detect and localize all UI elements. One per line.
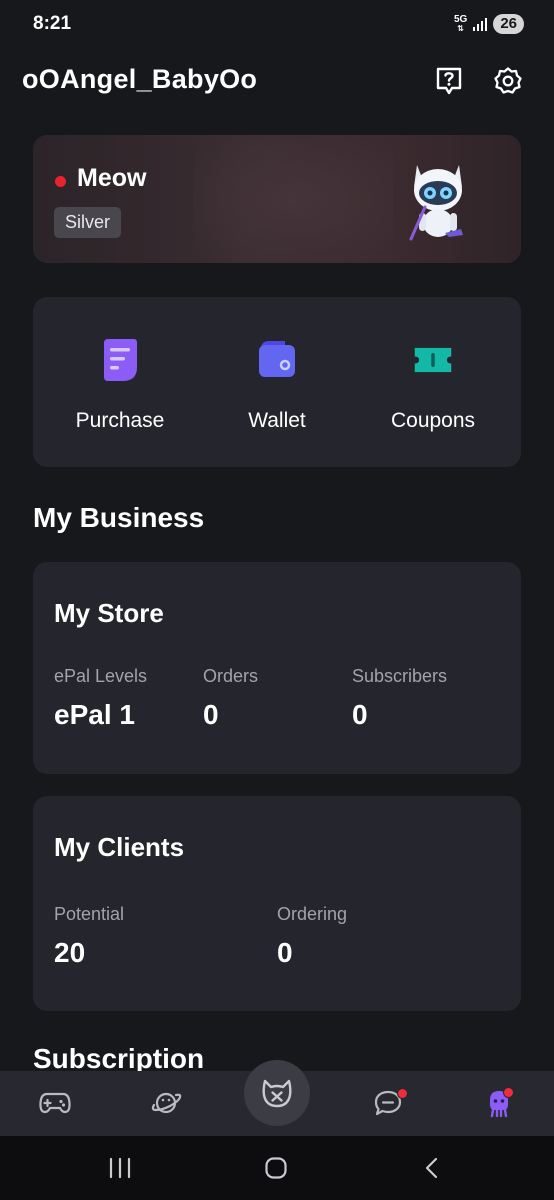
stat-label: Ordering — [277, 904, 348, 924]
stat-value: 20 — [54, 937, 86, 968]
screen: 8:21 5G ⇅ 26 oOAngel_BabyOo Meow Silver … — [0, 0, 554, 1200]
messages-badge — [397, 1088, 408, 1099]
document-list-icon — [104, 339, 137, 381]
settings-button[interactable] — [491, 64, 525, 98]
purchase-label: Purchase — [75, 409, 165, 432]
purchase-action[interactable]: Purchase — [45, 337, 195, 433]
nav-explore[interactable] — [148, 1085, 184, 1121]
planet-icon — [151, 1092, 182, 1114]
recents-button[interactable] — [106, 1154, 134, 1182]
coupons-action[interactable]: Coupons — [358, 337, 508, 433]
gear-icon — [494, 67, 522, 94]
profile-card[interactable]: Meow Silver — [33, 135, 521, 263]
stat-label: Potential — [54, 904, 125, 924]
section-title-my-business: My Business — [33, 502, 205, 533]
coupons-label: Coupons — [390, 409, 476, 432]
stat-potential: Potential 20 — [54, 904, 124, 969]
cat-face-icon — [262, 1079, 292, 1108]
status-icons: 5G ⇅ 26 — [454, 14, 524, 34]
nav-messages[interactable] — [370, 1085, 408, 1121]
username: oOAngel_BabyOo — [22, 64, 258, 94]
cat-robot-mascot-icon — [409, 165, 463, 241]
ticket-icon — [414, 347, 452, 373]
stat-label: Orders — [203, 666, 259, 686]
stat-value: 0 — [277, 937, 293, 968]
stat-value: 0 — [203, 699, 219, 730]
network-arrows: ⇅ — [457, 24, 464, 33]
gamepad-icon — [39, 1092, 71, 1114]
stat-epal-level: ePal Levels ePal 1 — [54, 666, 147, 731]
stat-subscribers: Subscribers 0 — [352, 666, 447, 731]
tier-badge: Silver — [54, 207, 122, 238]
back-icon — [425, 1157, 438, 1179]
wallet-icon — [259, 341, 295, 377]
status-time: 8:21 — [33, 13, 72, 34]
stat-label: ePal Levels — [54, 666, 148, 686]
my-store-title: My Store — [54, 598, 164, 628]
stat-ordering: Ordering 0 — [277, 904, 347, 969]
back-button[interactable] — [418, 1154, 446, 1182]
system-nav-bar — [0, 1136, 554, 1200]
my-clients-card[interactable]: My Clients Potential 20 Ordering 0 — [33, 796, 521, 1011]
signal-icon — [473, 17, 488, 31]
wallet-action[interactable]: Wallet — [202, 337, 352, 433]
nav-games[interactable] — [37, 1085, 73, 1121]
network-5g-icon: 5G ⇅ — [454, 15, 467, 34]
profile-status-text: Meow — [77, 164, 147, 192]
home-button[interactable] — [262, 1154, 290, 1182]
my-clients-title: My Clients — [54, 832, 185, 862]
recents-icon — [109, 1157, 131, 1179]
my-store-card[interactable]: My Store ePal Levels ePal 1 Orders 0 Sub… — [33, 562, 521, 774]
stat-label: Subscribers — [352, 666, 448, 686]
stat-value: 0 — [352, 699, 368, 730]
quick-actions-card: Purchase Wallet Coupons — [33, 297, 521, 467]
status-bar: 8:21 5G ⇅ 26 — [0, 0, 554, 52]
stat-value: ePal 1 — [54, 699, 135, 730]
nav-home[interactable] — [244, 1060, 310, 1126]
help-button[interactable] — [432, 64, 466, 98]
wallet-label: Wallet — [248, 409, 306, 432]
stat-orders: Orders 0 — [203, 666, 258, 731]
home-icon — [265, 1157, 287, 1179]
online-status-dot — [55, 176, 66, 187]
profile-badge — [503, 1087, 514, 1098]
battery-indicator: 26 — [493, 14, 524, 34]
help-question-icon — [436, 67, 462, 95]
nav-profile[interactable] — [481, 1085, 517, 1121]
